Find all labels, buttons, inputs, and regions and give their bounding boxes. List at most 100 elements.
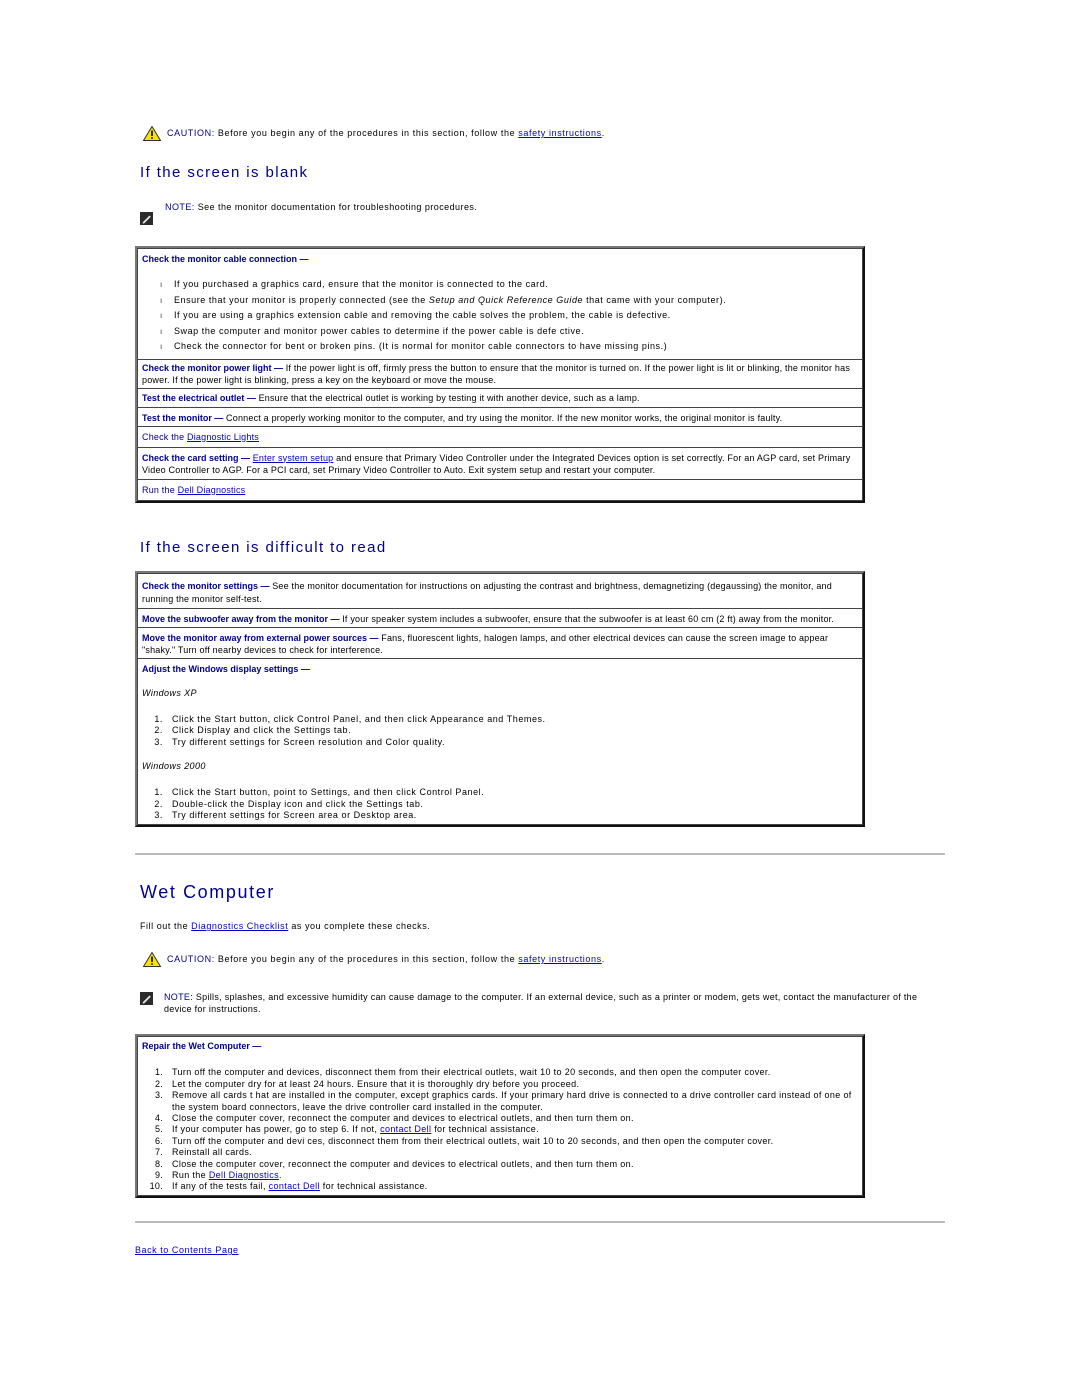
list-item: Ensure that your monitor is properly con…: [160, 293, 858, 309]
subwoofer-text: If your speaker system includes a subwoo…: [339, 614, 835, 624]
enter-system-setup-link[interactable]: Enter system setup: [253, 453, 334, 463]
monitor-settings-heading: Check the monitor settings —: [142, 581, 270, 591]
item-text-end: that came with your computer).: [583, 294, 727, 305]
safety-instructions-link[interactable]: safety instructions: [518, 128, 601, 138]
row-subwoofer: Move the subwoofer away from the monitor…: [137, 609, 863, 628]
run-diag-prefix: Run the: [142, 484, 178, 495]
card-setting-heading: Check the card setting —: [142, 452, 251, 463]
list-item: Check the connector for bent or broken p…: [160, 339, 858, 355]
windows-xp-label: Windows XP: [142, 688, 197, 698]
contact-dell-link[interactable]: contact Dell: [380, 1124, 431, 1134]
test-monitor-heading: Test the monitor —: [142, 412, 224, 423]
power-sources-heading: Move the monitor away from external powe…: [142, 633, 379, 643]
intro-suffix: as you complete these checks.: [288, 921, 431, 931]
list-item: Reinstall all cards.: [166, 1147, 858, 1158]
outlet-text: Ensure that the electrical outlet is wor…: [255, 392, 640, 403]
note-pencil-icon: [140, 212, 153, 225]
warning-icon: [143, 952, 161, 967]
dell-diagnostics-link[interactable]: Dell Diagnostics: [178, 485, 246, 495]
note-monitor-docs: NOTE: See the monitor documentation for …: [165, 202, 477, 212]
caution-label: CAUTION:: [167, 128, 215, 138]
troubleshoot-table-blank: Check the monitor cable connection — If …: [135, 246, 865, 503]
note-text: Spills, splashes, and excessive humidity…: [164, 992, 918, 1014]
windows-display-heading: Adjust the Windows display settings —: [142, 664, 310, 674]
note-wet-damage: NOTE: Spills, splashes, and excessive hu…: [164, 992, 944, 1015]
row-repair-wet-computer: Repair the Wet Computer — Turn off the c…: [137, 1036, 863, 1196]
row-diagnostic-lights: Check the Diagnostic Lights: [137, 426, 863, 448]
subwoofer-heading: Move the subwoofer away from the monitor…: [142, 614, 340, 624]
windows-2000-steps: Click the Start button, point to Setting…: [142, 787, 858, 821]
caution-end: .: [601, 954, 605, 964]
safety-instructions-link[interactable]: safety instructions: [518, 954, 601, 964]
step-text: If your computer has power, go to step 6…: [172, 1124, 381, 1135]
outlet-heading: Test the electrical outlet —: [142, 392, 256, 403]
step-text-end: .: [278, 1169, 282, 1180]
row-power-sources: Move the monitor away from external powe…: [137, 628, 863, 659]
back-to-contents-link[interactable]: Back to Contents Page: [135, 1245, 239, 1255]
list-item: Run the Dell Diagnostics.: [166, 1170, 858, 1181]
list-item: If your computer has power, go to step 6…: [166, 1124, 858, 1135]
list-item: Turn off the computer and devices, disco…: [166, 1067, 858, 1078]
step-text: If any of the tests fail,: [172, 1181, 269, 1192]
repair-steps: Turn off the computer and devices, disco…: [142, 1067, 858, 1192]
list-item: Try different settings for Screen area o…: [166, 810, 858, 821]
list-item: Remove all cards t hat are installed in …: [166, 1090, 858, 1113]
windows-xp-steps: Click the Start button, click Control Pa…: [142, 714, 858, 748]
step-text-end: for technical assistance.: [431, 1124, 539, 1135]
row-windows-display: Adjust the Windows display settings — Wi…: [137, 659, 863, 826]
repair-wet-computer-table: Repair the Wet Computer — Turn off the c…: [135, 1034, 865, 1198]
diagnostic-lights-link[interactable]: Diagnostic Lights: [187, 432, 259, 442]
list-item: Click the Start button, point to Setting…: [166, 787, 858, 798]
caution-text: Before you begin any of the procedures i…: [214, 128, 519, 138]
row-card-setting: Check the card setting — Enter system se…: [137, 447, 863, 480]
warning-icon: [143, 126, 161, 141]
section-divider: [135, 853, 945, 855]
row-power-light: Check the monitor power light — If the p…: [137, 359, 863, 389]
row-cable-connection: Check the monitor cable connection — If …: [137, 248, 863, 360]
step-text: Run the: [172, 1169, 209, 1180]
list-item: If you are using a graphics extension ca…: [160, 308, 858, 324]
row-test-monitor: Test the monitor — Connect a properly wo…: [137, 407, 863, 427]
note-label: NOTE:: [165, 202, 195, 212]
list-item: Click the Start button, click Control Pa…: [166, 714, 858, 725]
test-monitor-text: Connect a properly working monitor to th…: [223, 412, 783, 423]
caution-label: CAUTION:: [167, 954, 215, 964]
contact-dell-link[interactable]: contact Dell: [269, 1181, 320, 1191]
caution-notice: CAUTION: Before you begin any of the pro…: [143, 126, 605, 141]
footer-divider: [135, 1221, 945, 1223]
cable-heading: Check the monitor cable connection —: [142, 254, 309, 264]
setup-guide-title: Setup and Quick Reference Guide: [428, 294, 584, 305]
list-item: Close the computer cover, reconnect the …: [166, 1113, 858, 1124]
caution-text: Before you begin any of the procedures i…: [214, 954, 519, 964]
list-item: Try different settings for Screen resolu…: [166, 737, 858, 748]
windows-2000-label: Windows 2000: [142, 761, 206, 772]
note-pencil-icon: [140, 992, 153, 1005]
footer: Back to Contents Page: [135, 1245, 239, 1255]
list-item: Let the computer dry for at least 24 hou…: [166, 1079, 858, 1090]
caution-end: .: [601, 128, 605, 138]
intro-prefix: Fill out the: [140, 921, 192, 931]
list-item: Turn off the computer and devi ces, disc…: [166, 1136, 858, 1147]
note-label: NOTE:: [164, 992, 194, 1002]
row-electrical-outlet: Test the electrical outlet — Ensure that…: [137, 388, 863, 408]
repair-heading: Repair the Wet Computer —: [142, 1041, 262, 1051]
row-run-diagnostics: Run the Dell Diagnostics: [137, 479, 863, 501]
row-monitor-settings: Check the monitor settings — See the mon…: [137, 573, 863, 609]
caution-notice-wet: CAUTION: Before you begin any of the pro…: [143, 952, 605, 967]
section-title-wet: Wet Computer: [140, 882, 275, 902]
list-item: If you purchased a graphics card, ensure…: [160, 277, 858, 293]
diag-lights-prefix: Check the: [142, 431, 188, 442]
dell-diagnostics-link[interactable]: Dell Diagnostics: [209, 1170, 279, 1180]
item-text: Ensure that your monitor is properly con…: [174, 294, 429, 305]
troubleshoot-table-difficult: Check the monitor settings — See the mon…: [135, 571, 865, 828]
diagnostics-checklist-link[interactable]: Diagnostics Checklist: [191, 921, 288, 931]
wet-intro: Fill out the Diagnostics Checklist as yo…: [140, 921, 430, 931]
list-item: If any of the tests fail, contact Dell f…: [166, 1181, 858, 1192]
cable-checklist: If you purchased a graphics card, ensure…: [142, 277, 858, 355]
step-text-end: for technical assistance.: [319, 1181, 428, 1192]
list-item: Swap the computer and monitor power cabl…: [160, 324, 858, 340]
section-title-difficult: If the screen is difficult to read: [140, 539, 387, 556]
list-item: Double-click the Display icon and click …: [166, 799, 858, 810]
note-text: See the monitor documentation for troubl…: [194, 202, 478, 212]
section-title-blank: If the screen is blank: [140, 164, 309, 181]
